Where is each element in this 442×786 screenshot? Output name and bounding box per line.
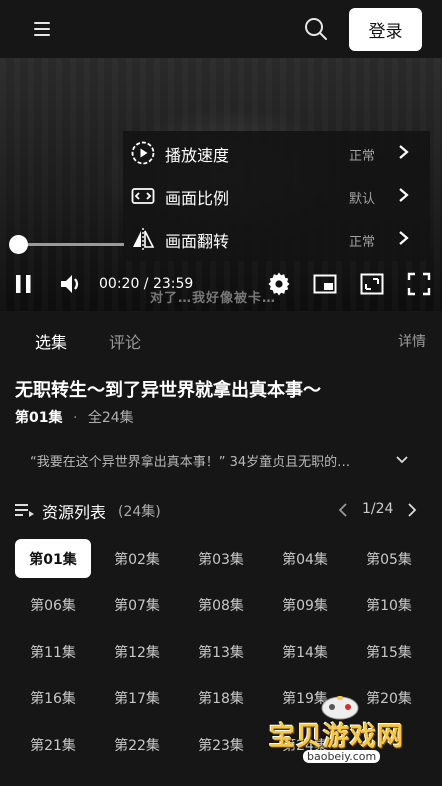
episode-button[interactable]: 第08集 xyxy=(183,586,259,625)
episode-button[interactable]: 第02集 xyxy=(99,539,175,578)
episode-button[interactable]: 第01集 xyxy=(15,539,91,578)
resource-count: (24集) xyxy=(118,504,161,520)
separator: · xyxy=(72,410,78,426)
episode-button[interactable]: 第06集 xyxy=(15,586,91,625)
content-tabs: 选集 评论 详情 xyxy=(0,311,442,361)
chevron-right-icon xyxy=(399,145,409,159)
aspect-ratio-icon xyxy=(131,188,155,204)
episode-button[interactable]: 第17集 xyxy=(99,679,175,718)
resource-list-title: 资源列表 xyxy=(42,503,107,522)
progress-handle[interactable] xyxy=(9,235,28,254)
menu-item-aspect-ratio[interactable]: 画面比例 默认 xyxy=(123,174,430,217)
fit-screen-icon[interactable] xyxy=(360,271,384,297)
pause-icon[interactable] xyxy=(12,271,36,297)
player-controls: 00:20 / 23:59 xyxy=(0,263,442,311)
total-episodes: 全24集 xyxy=(87,410,134,426)
resource-list-header: 资源列表 (24集) 1/24 xyxy=(15,498,427,522)
chevron-right-icon[interactable] xyxy=(406,502,418,518)
menu-item-flip[interactable]: 画面翻转 正常 xyxy=(123,217,430,260)
episode-button[interactable]: 第07集 xyxy=(99,586,175,625)
chevron-right-icon xyxy=(399,188,409,202)
menu-item-value: 正常 xyxy=(349,235,376,250)
episode-button[interactable]: 第23集 xyxy=(183,725,259,764)
playlist-icon xyxy=(15,504,34,517)
episode-button[interactable]: 第12集 xyxy=(99,632,175,671)
episode-button[interactable]: 第14集 xyxy=(267,632,343,671)
menu-item-value: 默认 xyxy=(349,192,376,207)
playback-time: 00:20 / 23:59 xyxy=(99,276,194,292)
search-icon[interactable] xyxy=(304,17,328,41)
menu-item-label: 播放速度 xyxy=(165,146,230,165)
picture-in-picture-icon[interactable] xyxy=(313,271,337,297)
settings-gear-icon[interactable] xyxy=(267,271,291,297)
episode-button[interactable]: 第16集 xyxy=(15,679,91,718)
fullscreen-icon[interactable] xyxy=(407,271,431,297)
playback-speed-icon xyxy=(131,141,155,165)
episode-button[interactable]: 第13集 xyxy=(183,632,259,671)
episode-button[interactable]: 第21集 xyxy=(15,725,91,764)
episode-button[interactable]: 第04集 xyxy=(267,539,343,578)
show-title: 无职转生～到了异世界就拿出真本事～ xyxy=(15,380,321,401)
player-settings-menu: 播放速度 正常 画面比例 默认 画面翻转 正常 xyxy=(123,131,430,261)
flip-icon xyxy=(133,228,155,250)
episode-info: 第01集 · 全24集 xyxy=(15,407,134,427)
watermark-url: baobeiy.com xyxy=(303,750,381,763)
episode-button[interactable]: 第15集 xyxy=(351,632,427,671)
menu-item-value: 正常 xyxy=(349,149,376,164)
tab-episodes[interactable]: 选集 xyxy=(35,329,67,353)
chevron-left-icon[interactable] xyxy=(337,502,349,518)
episode-button[interactable]: 第11集 xyxy=(15,632,91,671)
episode-button[interactable]: 第10集 xyxy=(351,586,427,625)
volume-icon[interactable] xyxy=(58,271,84,297)
episode-button[interactable]: 第22集 xyxy=(99,725,175,764)
tab-comments[interactable]: 评论 xyxy=(109,329,141,353)
expand-description-icon[interactable] xyxy=(395,453,409,467)
site-watermark: 宝贝游戏网 baobeiy.com xyxy=(263,690,413,780)
episode-button[interactable]: 第18集 xyxy=(183,679,259,718)
top-bar: 登录 xyxy=(0,0,442,58)
episode-button[interactable]: 第05集 xyxy=(351,539,427,578)
watermark-text: 宝贝游戏网 xyxy=(269,722,405,752)
current-episode: 第01集 xyxy=(15,410,63,426)
menu-item-playback-speed[interactable]: 播放速度 正常 xyxy=(123,131,430,174)
hamburger-menu-icon[interactable] xyxy=(34,22,50,36)
menu-item-label: 画面比例 xyxy=(165,189,230,208)
episode-button[interactable]: 第09集 xyxy=(267,586,343,625)
show-description: “我要在这个异世界拿出真本事！” 34岁童贞且无职的… xyxy=(30,455,351,470)
menu-item-label: 画面翻转 xyxy=(165,232,230,251)
video-player[interactable]: 对了…我好像被卡… 播放速度 正常 画面比例 默认 画面翻转 正常 00:20 … xyxy=(0,58,442,311)
chevron-right-icon xyxy=(399,231,409,245)
progress-bar[interactable] xyxy=(18,243,124,246)
login-button[interactable]: 登录 xyxy=(349,8,422,51)
episode-button[interactable]: 第03集 xyxy=(183,539,259,578)
page-indicator: 1/24 xyxy=(362,501,394,517)
details-link[interactable]: 详情 xyxy=(398,331,426,351)
